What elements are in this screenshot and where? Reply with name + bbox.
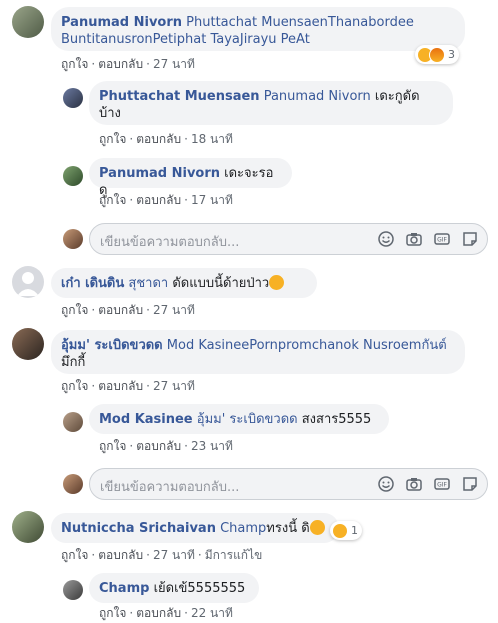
comment-author[interactable]: เก๋า เดินดิน: [61, 276, 124, 291]
avatar[interactable]: [63, 166, 83, 186]
emoji-icon[interactable]: [377, 475, 395, 493]
grinning-emoji-icon: [309, 520, 325, 535]
like-link[interactable]: ถูกใจ: [61, 303, 88, 317]
reply-author[interactable]: Panumad Nivorn: [99, 166, 220, 181]
reply-text: เย้ดเข้5555555: [153, 581, 246, 596]
reply-link[interactable]: ตอบกลับ: [136, 439, 181, 453]
timestamp[interactable]: 27 นาที: [153, 57, 195, 71]
svg-text:GIF: GIF: [437, 237, 447, 244]
comment-actions: ถูกใจ · ตอบกลับ · 27 นาที: [61, 379, 195, 393]
emoji-icon[interactable]: [377, 230, 395, 248]
avatar[interactable]: [12, 6, 44, 38]
current-user-avatar: [63, 474, 83, 494]
reaction-summary[interactable]: 3: [415, 45, 459, 64]
reply-author[interactable]: Phuttachat Muensaen: [99, 89, 260, 104]
timestamp[interactable]: 23 นาที: [191, 439, 233, 453]
reply-actions: ถูกใจ · ตอบกลับ · 23 นาที: [99, 439, 233, 453]
timestamp[interactable]: 17 นาที: [191, 193, 233, 207]
reply-input-placeholder: เขียนข้อความตอบกลับ...: [100, 480, 240, 495]
comment-author[interactable]: อุ้มม' ระเบิดขวดด: [61, 338, 163, 353]
like-link[interactable]: ถูกใจ: [99, 132, 126, 146]
reply-input[interactable]: เขียนข้อความตอบกลับ... GIF: [89, 223, 488, 255]
angry-icon: [429, 46, 445, 63]
gif-icon[interactable]: GIF: [433, 475, 451, 493]
reply-author[interactable]: Mod Kasinee: [99, 412, 193, 427]
timestamp[interactable]: 18 นาที: [191, 132, 233, 146]
reply-link[interactable]: ตอบกลับ: [98, 303, 143, 317]
reaction-count: 3: [448, 48, 455, 61]
reply-author[interactable]: Champ: [99, 581, 149, 596]
avatar[interactable]: [63, 580, 83, 600]
grinning-emoji-icon: [269, 275, 285, 290]
sticker-icon[interactable]: [461, 230, 479, 248]
timestamp[interactable]: 27 นาที: [153, 303, 195, 317]
comment-bubble: Nutniccha Srichaivan Champทรงนี้ ดิ: [51, 513, 339, 543]
reaction-summary[interactable]: 1: [330, 521, 362, 540]
tagged-user[interactable]: Champ: [220, 521, 266, 536]
comment-actions: ถูกใจ · ตอบกลับ · 27 นาที: [61, 303, 195, 317]
like-link[interactable]: ถูกใจ: [61, 379, 88, 393]
sticker-icon[interactable]: [461, 475, 479, 493]
avatar[interactable]: [63, 88, 83, 108]
comment-bubble: อุ้มม' ระเบิดขวดด Mod KasineePornpromcha…: [51, 330, 465, 374]
reply-input-placeholder: เขียนข้อความตอบกลับ...: [100, 235, 240, 250]
like-link[interactable]: ถูกใจ: [61, 57, 88, 71]
reply-link[interactable]: ตอบกลับ: [98, 379, 143, 393]
comment-bubble: Panumad Nivorn Phuttachat MuensaenThanab…: [51, 7, 465, 51]
timestamp[interactable]: 27 นาที: [153, 548, 195, 562]
avatar[interactable]: [12, 266, 44, 298]
comment-author[interactable]: Nutniccha Srichaivan: [61, 521, 216, 536]
haha-icon: [332, 522, 348, 539]
reaction-count: 1: [351, 524, 358, 537]
comment-text: ทรงนี้ ดิ: [266, 521, 310, 536]
tagged-user[interactable]: Panumad Nivorn: [264, 89, 371, 104]
tagged-user[interactable]: สุชาดา: [128, 276, 168, 291]
edited-label[interactable]: มีการแก้ไข: [205, 548, 263, 562]
reply-text: สงสาร5555: [301, 412, 372, 427]
avatar[interactable]: [12, 511, 44, 543]
comment-text: มึกกี้: [61, 355, 86, 370]
reply-input[interactable]: เขียนข้อความตอบกลับ... GIF: [89, 468, 488, 500]
reply-link[interactable]: ตอบกลับ: [98, 57, 143, 71]
timestamp[interactable]: 27 นาที: [153, 379, 195, 393]
comment-text: ดัดแบบนี้ด้ายป่าว: [172, 276, 270, 291]
comment-actions: ถูกใจ · ตอบกลับ · 27 นาที · มีการแก้ไข: [61, 548, 263, 562]
reply-actions: ถูกใจ · ตอบกลับ · 18 นาที: [99, 132, 233, 146]
reply-actions: ถูกใจ · ตอบกลับ · 22 นาที: [99, 606, 233, 620]
like-link[interactable]: ถูกใจ: [61, 548, 88, 562]
comment-actions: ถูกใจ · ตอบกลับ · 27 นาที: [61, 57, 195, 71]
avatar[interactable]: [63, 412, 83, 432]
reply-actions: ถูกใจ · ตอบกลับ · 17 นาที: [99, 193, 233, 207]
timestamp[interactable]: 22 นาที: [191, 606, 233, 620]
camera-icon[interactable]: [405, 230, 423, 248]
reply-link[interactable]: ตอบกลับ: [136, 132, 181, 146]
like-link[interactable]: ถูกใจ: [99, 439, 126, 453]
camera-icon[interactable]: [405, 475, 423, 493]
reply-bubble: Champ เย้ดเข้5555555: [89, 573, 259, 603]
reply-link[interactable]: ตอบกลับ: [136, 606, 181, 620]
tagged-user[interactable]: Mod KasineePornpromchanok Nusroemกันต์: [167, 338, 447, 353]
current-user-avatar: [63, 229, 83, 249]
avatar[interactable]: [12, 328, 44, 360]
reply-link[interactable]: ตอบกลับ: [98, 548, 143, 562]
reply-bubble: Panumad Nivorn เดะจะรอดู: [89, 158, 292, 198]
like-link[interactable]: ถูกใจ: [99, 606, 126, 620]
gif-icon[interactable]: GIF: [433, 230, 451, 248]
like-link[interactable]: ถูกใจ: [99, 193, 126, 207]
reply-link[interactable]: ตอบกลับ: [136, 193, 181, 207]
comment-bubble: เก๋า เดินดิน สุชาดา ดัดแบบนี้ด้ายป่าว: [51, 268, 317, 298]
reply-bubble: Mod Kasinee อุ้มม' ระเบิดขวดด สงสาร5555: [89, 404, 389, 434]
reply-bubble: Phuttachat Muensaen Panumad Nivorn เดะกู…: [89, 81, 453, 125]
comment-author[interactable]: Panumad Nivorn: [61, 15, 182, 30]
tagged-user[interactable]: อุ้มม' ระเบิดขวดด: [197, 412, 298, 427]
svg-text:GIF: GIF: [437, 482, 447, 489]
